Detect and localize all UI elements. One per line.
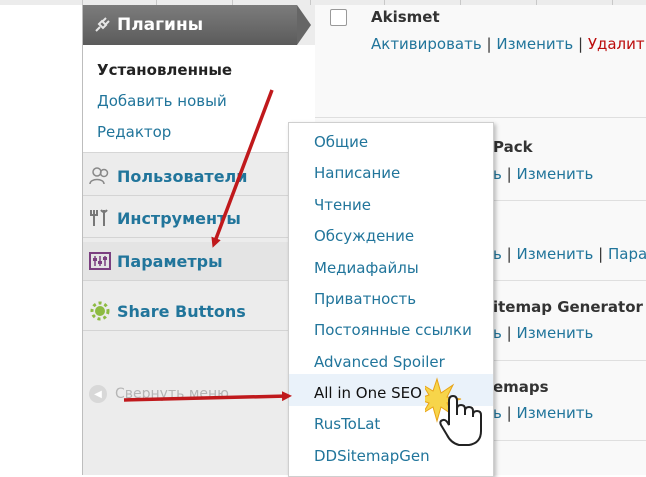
edit-link[interactable]: Изменить <box>516 245 593 263</box>
plugin-checkbox[interactable] <box>330 9 347 26</box>
separator: | <box>486 35 492 53</box>
collapse-label: Свернуть меню <box>115 386 229 402</box>
admin-sidebar: Плагины Установленные Добавить новый Ред… <box>82 5 315 475</box>
submenu-add-new[interactable]: Добавить новый <box>97 92 227 110</box>
plugin-name-akismet: Akismet <box>371 8 440 26</box>
delete-link[interactable]: Удалит <box>588 35 645 53</box>
plugin-actions-row4: ь | Изменить <box>493 324 593 342</box>
submenu-editor[interactable]: Редактор <box>97 123 171 141</box>
plugin-name-row2: Pack <box>493 138 533 156</box>
plugin-row-akismet: Akismet Активировать | Изменить | Удалит <box>315 5 646 100</box>
hand-cursor-icon <box>415 375 495 450</box>
row-divider <box>315 117 646 118</box>
menu-item-settings[interactable]: Параметры <box>83 242 313 281</box>
plugin-actions-row5: ь | Изменить <box>493 404 593 422</box>
menu-item-users[interactable]: Пользователи <box>83 157 297 196</box>
menu-label-users: Пользователи <box>117 166 248 186</box>
flyout-item-media[interactable]: Медиафайлы <box>314 259 419 277</box>
menu-label-plugins: Плагины <box>117 15 204 35</box>
plugin-actions: Активировать | Изменить | Удалит <box>371 35 645 53</box>
separator: | <box>506 324 512 342</box>
share-icon <box>89 300 111 322</box>
menu-item-share-buttons[interactable]: Share Buttons <box>83 292 297 331</box>
separator: | <box>578 35 584 53</box>
plugin-actions-row2: ь | Изменить <box>493 165 593 183</box>
settings-icon <box>89 250 111 272</box>
settings-link[interactable]: Пара <box>608 245 646 263</box>
tools-icon <box>89 207 111 229</box>
menu-label-tools: Инструменты <box>117 208 241 228</box>
flyout-item-ddsitemapgen[interactable]: DDSitemapGen <box>314 447 430 465</box>
collapse-menu-button[interactable]: ◀ Свернуть меню <box>89 385 229 403</box>
collapse-arrow-icon: ◀ <box>89 385 107 403</box>
flyout-item-all-in-one-seo[interactable]: All in One SEO <box>314 384 422 402</box>
action-fragment[interactable]: ь <box>493 165 502 183</box>
submenu-installed[interactable]: Установленные <box>97 61 232 79</box>
menu-label-settings: Параметры <box>117 251 223 271</box>
flyout-item-permalinks[interactable]: Постоянные ссылки <box>314 321 472 339</box>
flyout-item-advanced-spoiler[interactable]: Advanced Spoiler <box>314 353 445 371</box>
edit-link[interactable]: Изменить <box>516 165 593 183</box>
flyout-item-rustolat[interactable]: RusToLat <box>314 415 380 433</box>
plug-icon <box>93 16 111 34</box>
menu-label-share-buttons: Share Buttons <box>117 301 246 321</box>
separator: | <box>506 404 512 422</box>
action-fragment[interactable]: ь <box>493 245 502 263</box>
action-fragment[interactable]: ь <box>493 324 502 342</box>
separator: | <box>506 165 512 183</box>
plugin-actions-row3: ь | Изменить | Пара <box>493 245 646 263</box>
flyout-item-privacy[interactable]: Приватность <box>314 290 416 308</box>
flyout-item-general[interactable]: Общие <box>314 133 368 151</box>
left-margin <box>0 5 82 475</box>
plugins-submenu: Установленные Добавить новый Редактор <box>83 45 315 153</box>
plugin-name-row5: emaps <box>493 378 549 396</box>
current-menu-arrow <box>297 5 311 45</box>
separator: | <box>598 245 604 263</box>
activate-link[interactable]: Активировать <box>371 35 482 53</box>
separator: | <box>506 245 512 263</box>
menu-item-tools[interactable]: Инструменты <box>83 199 297 238</box>
flyout-item-reading[interactable]: Чтение <box>314 196 371 214</box>
flyout-item-discussion[interactable]: Обсуждение <box>314 227 414 245</box>
edit-link[interactable]: Изменить <box>516 324 593 342</box>
menu-item-plugins[interactable]: Плагины <box>83 5 311 45</box>
edit-link[interactable]: Изменить <box>496 35 573 53</box>
edit-link[interactable]: Изменить <box>516 404 593 422</box>
plugin-name-row4: itemap Generator <box>493 298 643 316</box>
users-icon <box>89 165 111 187</box>
flyout-item-writing[interactable]: Написание <box>314 164 400 182</box>
